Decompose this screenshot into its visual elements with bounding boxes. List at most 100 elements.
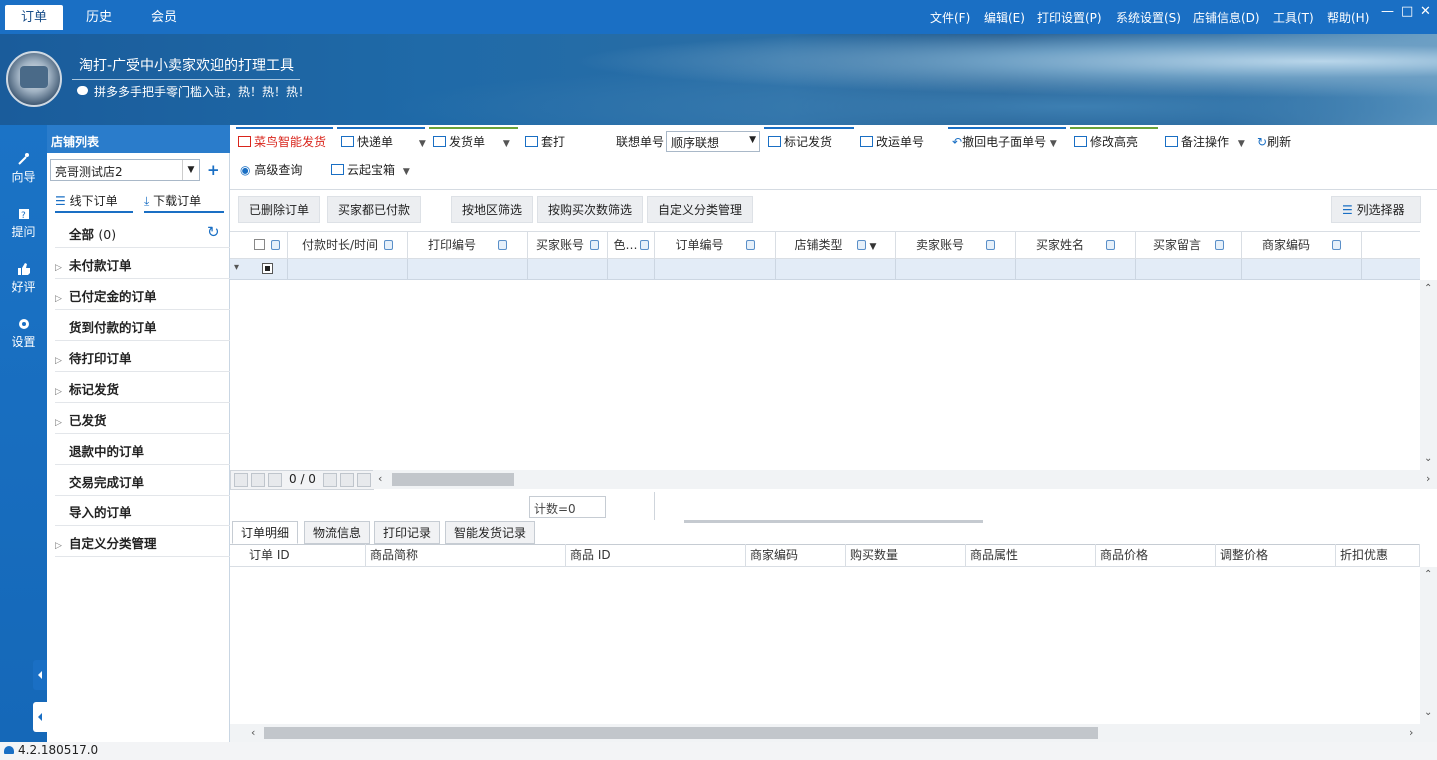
refresh-icon[interactable]: ↻ (207, 223, 220, 241)
col-buyer-account[interactable]: 买家账号 (528, 231, 608, 259)
filter-cell[interactable] (1136, 259, 1242, 280)
last-page-button[interactable] (357, 473, 371, 487)
rail-guide[interactable]: 向导 (0, 152, 47, 185)
cloud-box-button[interactable]: 云起宝箱 ▼ (331, 159, 410, 181)
scroll-up-icon[interactable]: ⌃ (1424, 283, 1432, 294)
nav-deposit-paid[interactable]: ▷ 已付定金的订单 (55, 279, 230, 310)
nav-to-print[interactable]: ▷ 待打印订单 (55, 341, 230, 372)
set-print-button[interactable]: 套打 (525, 131, 565, 153)
grid-horizontal-scrollbar[interactable] (373, 470, 1437, 489)
expand-panel-button[interactable] (33, 702, 47, 732)
nav-cod[interactable]: 货到付款的订单 (55, 310, 230, 341)
offline-orders-button[interactable]: ☰ 线下订单 (55, 189, 133, 213)
col-order-no[interactable]: 订单编号 (655, 231, 776, 259)
grid-vertical-scrollbar[interactable] (1420, 280, 1437, 470)
nav-unpaid[interactable]: ▷ 未付款订单 (55, 248, 230, 279)
collapse-panel-button[interactable] (33, 660, 47, 690)
nav-completed[interactable]: 交易完成订单 (55, 465, 230, 496)
add-store-button[interactable]: + (207, 161, 220, 179)
col-pay-time[interactable]: 付款时长/时间 (288, 231, 408, 259)
menu-edit[interactable]: 编辑(E) (984, 9, 1025, 26)
tab-logistics[interactable]: 物流信息 (304, 521, 371, 544)
filter-cell[interactable] (247, 259, 288, 280)
filter-cell[interactable] (776, 259, 896, 280)
col-store-type[interactable]: 店铺类型 ▼ (776, 231, 896, 259)
tab-history[interactable]: 历史 (70, 5, 128, 30)
scroll-left-icon[interactable]: ‹ (378, 472, 382, 485)
menu-tools[interactable]: 工具(T) (1273, 9, 1314, 26)
col-adjusted-price[interactable]: 调整价格 (1216, 544, 1336, 567)
tab-smart-ship-records[interactable]: 智能发货记录 (445, 521, 536, 544)
chevron-down-icon[interactable]: ▼ (1238, 139, 1245, 149)
lianxiang-select[interactable]: 顺序联想 ▼ (666, 131, 760, 152)
nav-imported[interactable]: 导入的订单 (55, 495, 230, 526)
prev-page-button[interactable] (268, 473, 282, 487)
chevron-down-icon[interactable]: ▼ (403, 167, 410, 177)
minimize-button[interactable]: — (1381, 4, 1394, 19)
filter-cell[interactable] (1242, 259, 1362, 280)
scroll-down-icon[interactable]: ⌄ (1424, 453, 1432, 464)
mark-ship-button[interactable]: 标记发货 (768, 131, 832, 153)
filter-cell[interactable] (896, 259, 1016, 280)
col-discount[interactable]: 折扣优惠 (1336, 544, 1420, 567)
express-slip-button[interactable]: 快递单 ▼ (341, 131, 426, 153)
chevron-down-icon[interactable]: ▼ (503, 139, 510, 149)
menu-store-info[interactable]: 店铺信息(D) (1193, 9, 1260, 26)
scroll-left-icon[interactable]: ‹ (251, 726, 255, 739)
download-orders-button[interactable]: ⤓ 下载订单 (144, 189, 224, 213)
next-page-button[interactable] (323, 473, 337, 487)
scroll-down-icon[interactable]: ⌄ (1424, 707, 1432, 718)
buyers-paid-button[interactable]: 买家都已付款 (327, 196, 422, 223)
col-product-price[interactable]: 商品价格 (1096, 544, 1216, 567)
chevron-down-icon[interactable]: ▼ (1050, 139, 1057, 149)
tab-order-detail[interactable]: 订单明细 (232, 521, 299, 544)
col-product-id[interactable]: 商品 ID (566, 544, 746, 567)
col-buyer-name[interactable]: 买家姓名 (1016, 231, 1136, 259)
scroll-up-icon[interactable]: ⌃ (1424, 569, 1432, 580)
column-picker-button[interactable]: ☰ 列选择器 (1331, 196, 1421, 223)
col-merchant-code[interactable]: 商家编码 (1242, 231, 1362, 259)
detail-vertical-scrollbar[interactable] (1420, 567, 1437, 724)
nav-refunding[interactable]: 退款中的订单 (55, 434, 230, 465)
filter-by-region-button[interactable]: 按地区筛选 (451, 196, 534, 223)
tab-orders[interactable]: 订单 (5, 5, 63, 30)
chevron-down-icon[interactable]: ▼ (419, 139, 426, 149)
chevron-down-icon[interactable]: ▼ (182, 160, 199, 180)
filter-by-purchase-count-button[interactable]: 按购买次数筛选 (537, 196, 644, 223)
chevron-down-icon[interactable]: ▼ (870, 242, 877, 252)
scrollbar-thumb[interactable] (264, 727, 1098, 739)
col-order-id[interactable]: 订单 ID (245, 544, 366, 567)
nav-all[interactable]: 全部 (0) (55, 217, 230, 248)
tab-print-records[interactable]: 打印记录 (374, 521, 441, 544)
maximize-button[interactable]: □ (1401, 4, 1413, 19)
col-product-short-name[interactable]: 商品简称 (366, 544, 566, 567)
revoke-waybill-button[interactable]: ↶撤回电子面单号 ▼ (952, 131, 1057, 153)
filter-cell[interactable] (1016, 259, 1136, 280)
select-all-checkbox[interactable] (254, 239, 265, 250)
tab-members[interactable]: 会员 (135, 5, 193, 30)
store-select[interactable]: 亮哥测试店2 (50, 159, 200, 181)
filter-icon[interactable]: ▾ (234, 262, 239, 273)
col-quantity[interactable]: 购买数量 (846, 544, 966, 567)
col-color[interactable]: 色… (608, 231, 655, 259)
menu-file[interactable]: 文件(F) (930, 9, 970, 26)
deleted-orders-button[interactable]: 已删除订单 (238, 196, 321, 223)
custom-category-button[interactable]: 自定义分类管理 (647, 196, 754, 223)
scrollbar-thumb[interactable] (392, 473, 514, 486)
prev-block-button[interactable] (251, 473, 265, 487)
scroll-right-icon[interactable]: › (1426, 472, 1430, 485)
edit-highlight-button[interactable]: 修改高亮 (1074, 131, 1138, 153)
rail-ask[interactable]: ? 提问 (0, 207, 47, 240)
menu-help[interactable]: 帮助(H) (1327, 9, 1369, 26)
col-product-attributes[interactable]: 商品属性 (966, 544, 1096, 567)
nav-shipped[interactable]: ▷ 已发货 (55, 403, 230, 434)
col-merchant-code-detail[interactable]: 商家编码 (746, 544, 846, 567)
delivery-slip-button[interactable]: 发货单 ▼ (433, 131, 510, 153)
filter-cell[interactable] (655, 259, 776, 280)
panel-splitter[interactable] (684, 520, 983, 523)
rail-review[interactable]: 好评 (0, 262, 47, 295)
banner-subline[interactable]: 拼多多手把手零门槛入驻，热！热！热！ (94, 83, 310, 100)
refresh-button[interactable]: ↻刷新 (1257, 131, 1291, 153)
rail-settings[interactable]: 设置 (0, 317, 47, 350)
filter-cell[interactable] (608, 259, 655, 280)
